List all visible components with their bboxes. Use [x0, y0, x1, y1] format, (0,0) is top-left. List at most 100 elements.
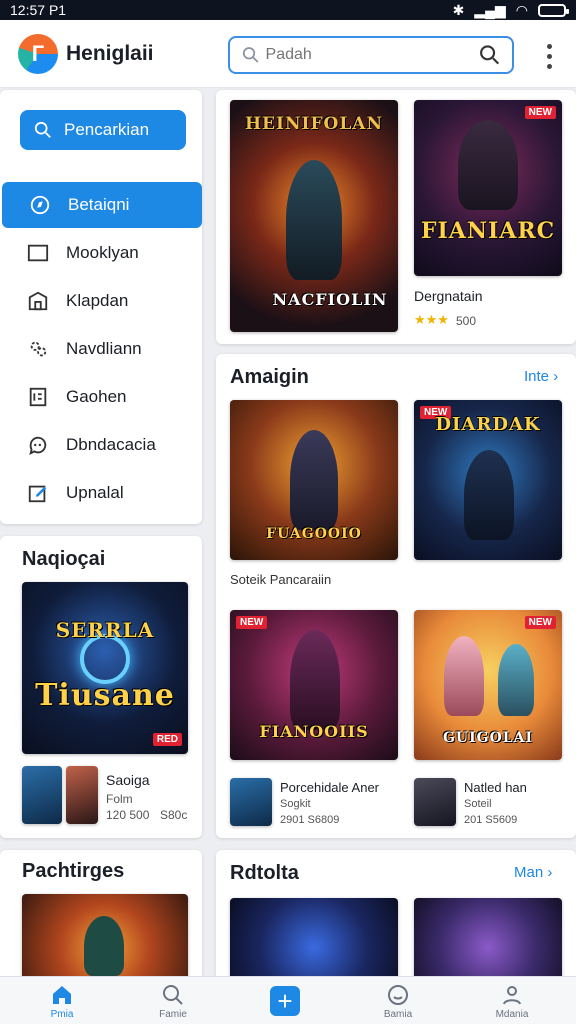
sidebar-item-label: Betaiqni — [68, 195, 130, 214]
left-section-card: Pachtirges — [0, 850, 202, 984]
tab-add[interactable]: + — [237, 977, 333, 1024]
sidebar-item-dbndacacia[interactable]: Dbndacacia — [0, 422, 202, 468]
cover-title-text: FUAGOOIO — [266, 526, 362, 542]
thumb-cover[interactable] — [22, 766, 62, 824]
cover-badge: NEW — [524, 106, 556, 119]
app-bar: Г Heniglaii — [0, 20, 576, 88]
home-icon — [53, 985, 71, 1004]
tab-label: Famie — [159, 1008, 187, 1020]
cover-bottom-text: NACFIOLIN — [272, 290, 388, 309]
cover-title-text: FIANIARC — [420, 218, 556, 244]
smile-icon — [388, 984, 408, 1005]
app-logo-icon: Г — [18, 33, 58, 74]
cover-top-text: SERRLA — [55, 618, 155, 642]
bluetooth-icon: ✱ — [452, 1, 465, 18]
bottom-navigation: Pmia Famie + Bamia Mdania — [0, 976, 576, 1024]
sidebar-item-label: Upnalal — [66, 483, 124, 502]
cover-title-text: GUIGOLAI — [442, 730, 534, 746]
status-bar: 12:57 P1 ✱ ▂▄▆ ◠ — [0, 0, 576, 20]
thumb-cover[interactable] — [414, 778, 456, 826]
sidebar: Pencarkian Betaiqni Mooklyan Klapdan Nav… — [0, 90, 202, 524]
item-sub: Sogkit — [280, 798, 311, 810]
thumb-cover[interactable] — [230, 778, 272, 826]
section-rdtolta: Rdtolta Man › — [216, 850, 576, 980]
game-cover[interactable]: NEW FIANIARC — [414, 100, 562, 276]
tab-profile[interactable]: Mdania — [464, 977, 560, 1024]
tab-label: Pmia — [50, 1008, 74, 1020]
signal-icon: ▂▄▆ — [474, 1, 506, 18]
item-meta: 120 500 — [106, 808, 150, 822]
search-field[interactable] — [228, 36, 514, 74]
sidebar-item-label: Navdliann — [66, 339, 142, 358]
cover-title-text: DIARDAK — [435, 414, 541, 435]
sidebar-search-button[interactable]: Pencarkian — [20, 110, 186, 150]
game-cover[interactable]: HEINIFOLAN NACFIOLIN — [230, 100, 398, 332]
status-time: 12:57 P1 — [10, 2, 67, 18]
people-icon — [26, 337, 50, 361]
sidebar-search-label: Pencarkian — [64, 120, 150, 139]
featured-card: HEINIFOLAN NACFIOLIN NEW FIANIARC Dergna… — [216, 90, 576, 344]
game-cover[interactable] — [230, 898, 398, 980]
left-section-card: Naqioçai SERRLA Tiusane RED Saoiga Folm … — [0, 536, 202, 838]
cover-badge: NEW — [236, 616, 268, 629]
more-menu-icon[interactable] — [547, 44, 552, 69]
plus-icon: + — [270, 986, 300, 1016]
item-title: Porcehidale Aner — [280, 780, 380, 795]
sidebar-item-mooklyan[interactable]: Mooklyan — [0, 230, 202, 276]
window-icon — [26, 241, 50, 265]
cover-badge: NEW — [524, 616, 556, 629]
app-title: Heniglaii — [66, 41, 154, 65]
game-cover[interactable]: FUAGOOIO — [230, 400, 398, 560]
tab-search[interactable]: Famie — [125, 977, 221, 1024]
game-cover[interactable]: SERRLA Tiusane RED — [22, 582, 188, 754]
item-title: Saoiga — [106, 772, 150, 788]
thumb-cover[interactable] — [66, 766, 98, 824]
sidebar-item-klapdan[interactable]: Klapdan — [0, 278, 202, 324]
sidebar-item-navdliann[interactable]: Navdliann — [0, 326, 202, 372]
tab-label: Bamia — [383, 1008, 413, 1020]
tab-activity[interactable]: Bamia — [350, 977, 446, 1024]
game-cover[interactable] — [414, 898, 562, 980]
item-sub: Folm — [106, 792, 133, 806]
document-icon — [26, 385, 50, 409]
item-sub: Soteil — [464, 798, 492, 810]
section-title: Amaigin — [230, 366, 309, 388]
search-input[interactable] — [265, 46, 473, 64]
section-caption: Soteik Pancaraiin — [230, 572, 332, 587]
status-icons: ✱ ▂▄▆ ◠ — [452, 1, 569, 19]
tab-home[interactable]: Pmia — [14, 977, 110, 1024]
section-title: Pachtirges — [22, 860, 125, 882]
tab-label: Mdania — [495, 1008, 529, 1020]
sidebar-item-label: Gaohen — [66, 387, 127, 406]
search-icon[interactable] — [479, 44, 500, 66]
item-meta: 201 S5609 — [464, 814, 518, 826]
item-title: Dergnatain — [414, 288, 483, 304]
section-title: Rdtolta — [230, 862, 299, 884]
see-more-link[interactable]: Inte › — [524, 368, 558, 385]
search-small-icon — [242, 47, 259, 63]
section-title: Naqioçai — [22, 548, 106, 570]
building-icon — [26, 289, 50, 313]
see-more-link[interactable]: Man › — [514, 864, 552, 881]
edit-icon — [26, 481, 50, 505]
sidebar-item-gaohen[interactable]: Gaohen — [0, 374, 202, 420]
cover-title-text: HEINIFOLAN — [244, 114, 384, 134]
sidebar-item-upnalal[interactable]: Upnalal — [0, 470, 202, 516]
hero-figure — [286, 160, 342, 280]
sidebar-item-label: Mooklyan — [66, 243, 139, 262]
user-icon — [503, 985, 521, 1004]
sidebar-item-label: Klapdan — [66, 291, 129, 310]
search-person-icon — [163, 984, 183, 1005]
cover-title-text: FIANOOIIS — [259, 722, 369, 741]
sidebar-item-betaiqni[interactable]: Betaiqni — [2, 182, 202, 228]
wifi-icon: ◠ — [515, 1, 528, 18]
hero-figure — [458, 120, 518, 210]
game-cover[interactable]: NEW DIARDAK — [414, 400, 562, 560]
game-cover[interactable]: NEW GUIGOLAI — [414, 610, 562, 760]
battery-icon — [538, 3, 569, 17]
item-meta: 2901 S6809 — [280, 814, 340, 826]
game-cover[interactable]: NEW FIANOOIIS — [230, 610, 398, 760]
cover-title-text: Tiusane — [35, 678, 175, 713]
game-cover[interactable] — [22, 894, 188, 984]
chat-icon — [26, 433, 50, 457]
